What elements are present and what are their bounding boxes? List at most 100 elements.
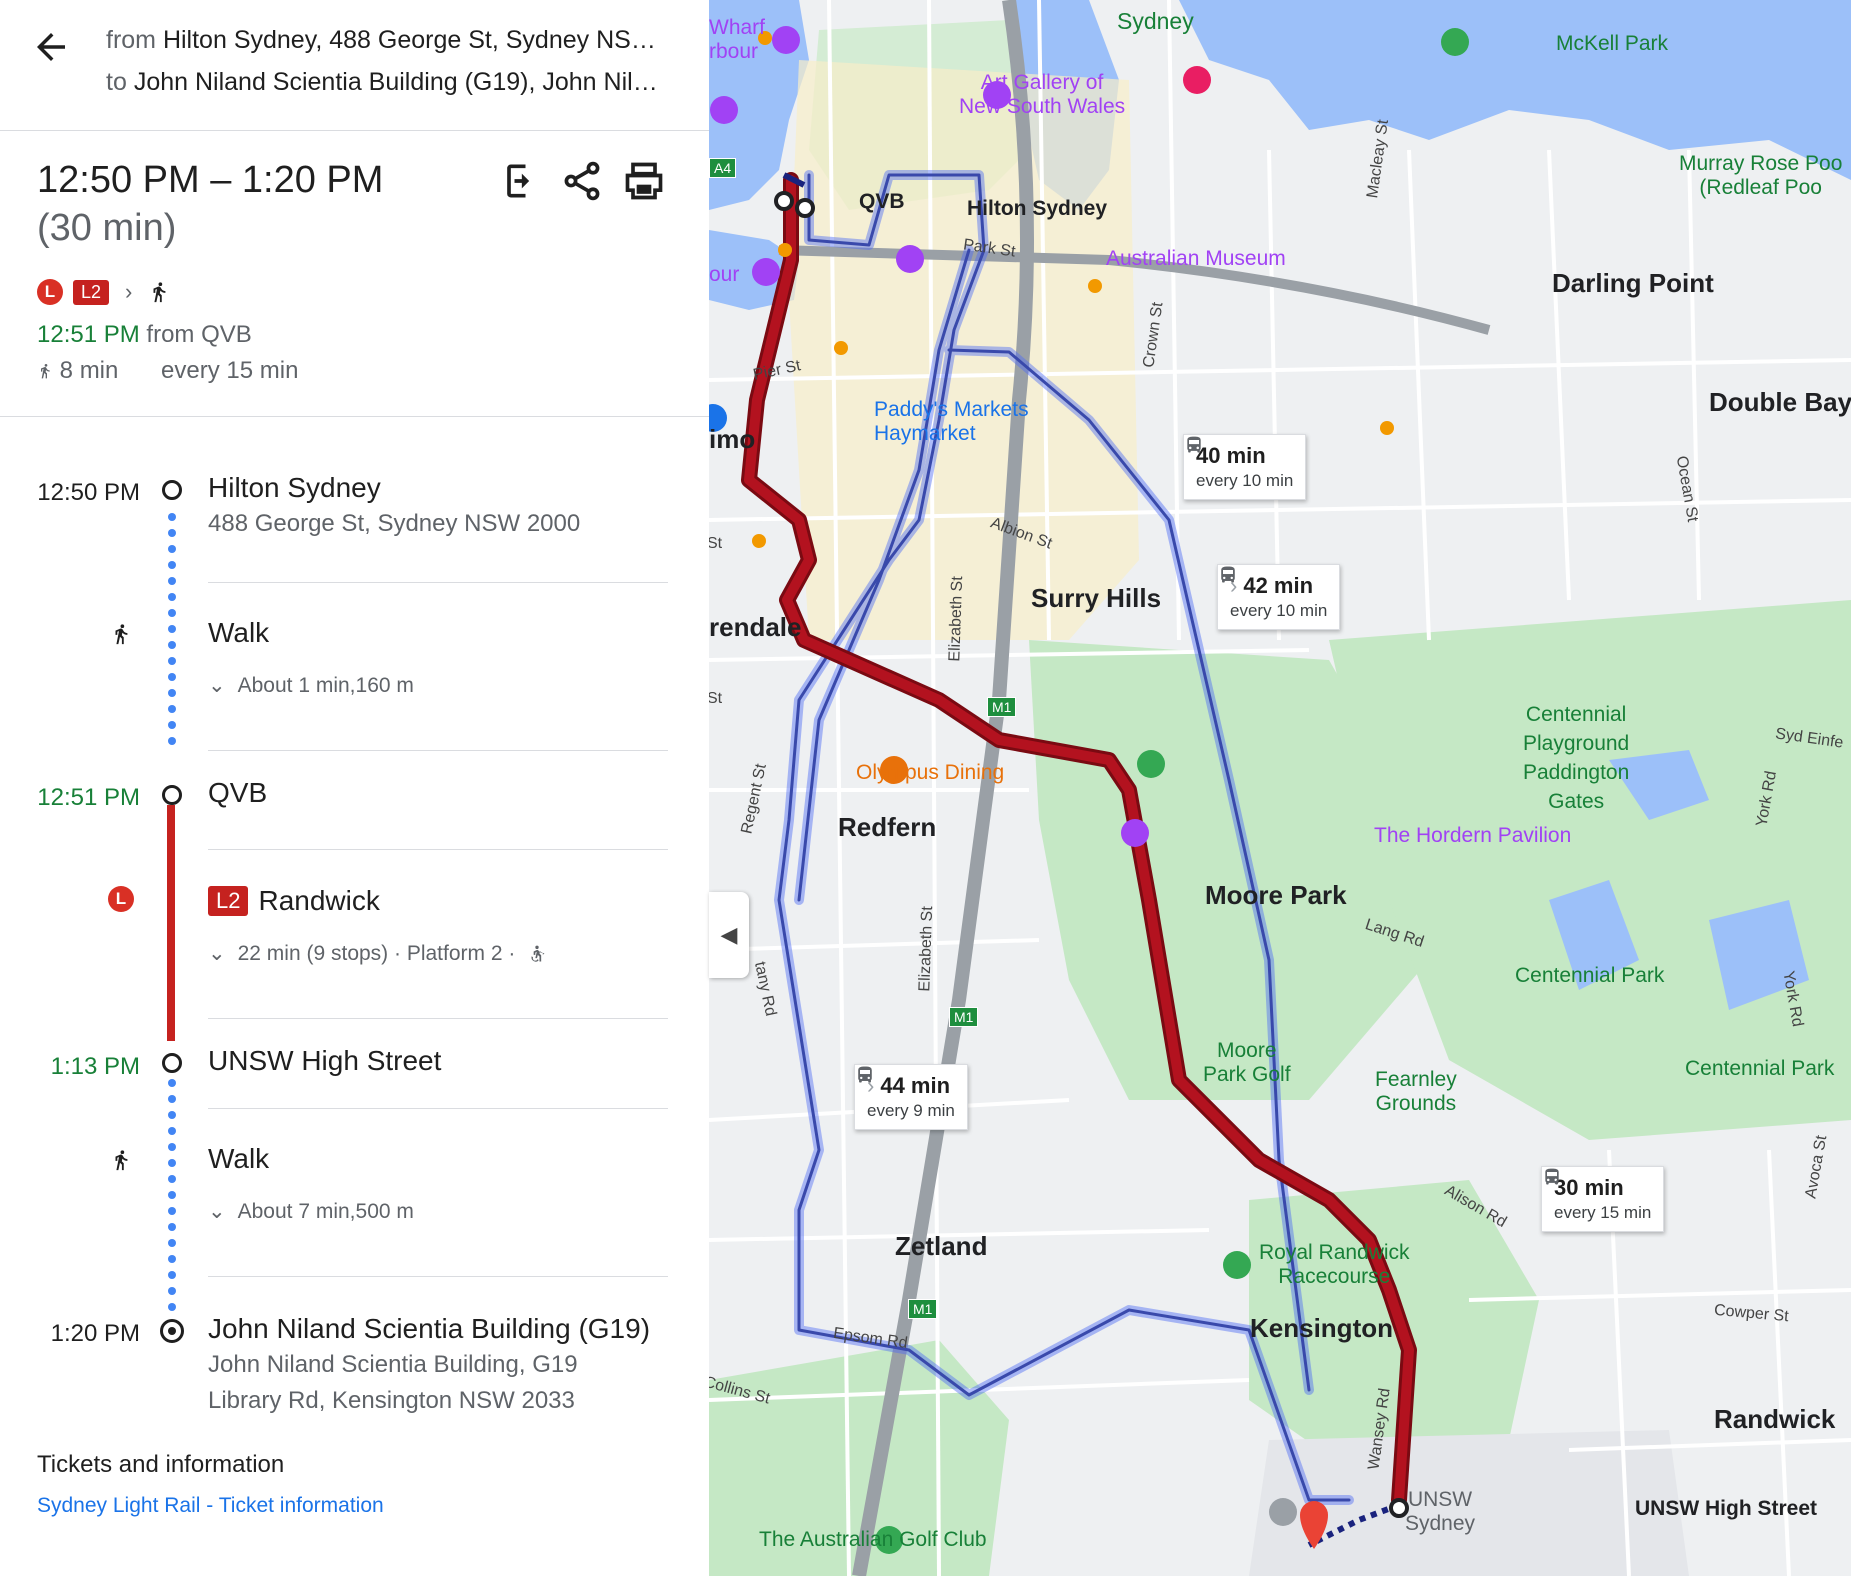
poi-centennial-park[interactable]: Centennial Park [1515, 964, 1664, 988]
line-info[interactable]: L2 Randwick [208, 885, 380, 917]
from-field[interactable]: from Hilton Sydney, 488 George St, Sydne… [106, 26, 666, 55]
area-label-pyrmont: imo [709, 424, 756, 454]
end-address-1: John Niland Scientia Building, G19 [208, 1351, 578, 1378]
poi-fearnley-grounds[interactable]: Fearnley Grounds [1375, 1068, 1457, 1116]
area-label-darling-point: Darling Point [1552, 268, 1714, 298]
area-label-randwick: Randwick [1714, 1404, 1836, 1434]
qvb-name[interactable]: QVB [208, 777, 267, 809]
road-shield: M1 [987, 697, 1017, 717]
line-badge: L2 [208, 886, 249, 916]
poi-australian-museum[interactable]: Australian Museum [1106, 247, 1286, 271]
from-text: Hilton Sydney, 488 George St, Sydney NSW… [162, 26, 666, 54]
poi-golf-club[interactable]: The Australian Golf Club [759, 1528, 987, 1552]
street-label: St [709, 535, 723, 552]
walk-1-expand[interactable]: ⌄ About 1 min,160 m [208, 673, 414, 698]
unsw-stop-marker [162, 1053, 182, 1073]
area-label-zetland: Zetland [895, 1231, 988, 1261]
poi-hordern-pavilion[interactable]: The Hordern Pavilion [1374, 824, 1571, 848]
trip-duration: (30 min) [37, 207, 177, 249]
poi-centennial-gates[interactable]: Centennial Playground Paddington Gates [1523, 700, 1629, 816]
street-label: St [709, 690, 723, 707]
chevron-right-icon: › [125, 279, 133, 304]
walk-icon [41, 364, 50, 379]
unsw-time: 1:13 PM [50, 1053, 140, 1080]
chevron-down-icon: ⌄ [208, 942, 226, 965]
route-icons: L L2 › [37, 277, 170, 307]
walk-2-label: Walk [208, 1143, 270, 1174]
bus-icon [1545, 1168, 1559, 1185]
map-view[interactable]: A4 M1 M1 M1 Sydney Darling Point Double … [709, 0, 1851, 1576]
unsw-name[interactable]: UNSW High Street [208, 1045, 441, 1077]
chevron-down-icon: ⌄ [208, 674, 226, 697]
poi-mckell-park[interactable]: McKell Park [1556, 32, 1668, 56]
start-stop-marker [162, 480, 182, 500]
poi-our[interactable]: our [709, 263, 739, 287]
sydney-light-rail-link[interactable]: Sydney Light Rail [37, 1494, 200, 1517]
walk-dots-1 [168, 513, 176, 753]
poi-unsw[interactable]: UNSW Sydney [1405, 1488, 1475, 1536]
walk-1-label: Walk [208, 617, 270, 648]
poi-paddys-markets[interactable]: Paddy's Markets Haymarket [874, 398, 1029, 446]
walk-icon [115, 624, 128, 645]
ticket-links: Sydney Light Rail - Ticket information [37, 1494, 384, 1517]
end-time: 1:20 PM [50, 1320, 140, 1347]
start-name[interactable]: Hilton Sydney [208, 472, 381, 504]
qvb-marker [774, 191, 794, 211]
area-label-sydney: Sydney [1117, 8, 1194, 34]
walk-dots-2 [168, 1079, 176, 1319]
qvb-stop-marker [162, 785, 182, 805]
wheelchair-icon [531, 945, 545, 962]
poi-art-gallery[interactable]: Art Gallery of New South Wales [959, 71, 1125, 119]
stop-label-hilton[interactable]: Hilton Sydney [967, 197, 1107, 221]
poi-wharf[interactable]: Wharf rbour [709, 16, 765, 64]
start-address: 488 George St, Sydney NSW 2000 [208, 510, 581, 537]
line-expand[interactable]: ⌄ 22 min (9 stops) · Platform 2 · [208, 941, 547, 966]
send-to-phone-icon[interactable] [498, 159, 542, 203]
trip-summary: 12:50 PM – 1:20 PM (30 min) L L2 › 12:51… [0, 131, 709, 417]
poi-centennial-park-2[interactable]: Centennial Park [1685, 1057, 1834, 1081]
road-shield: A4 [709, 158, 737, 178]
poi-olympus-dining[interactable]: Olympus Dining [856, 761, 1004, 785]
area-label-redfern: Redfern [838, 812, 937, 842]
walk-icon [115, 1150, 128, 1171]
stop-label-qvb[interactable]: QVB [859, 190, 905, 214]
line-destination: Randwick [258, 885, 380, 916]
back-arrow-icon[interactable] [30, 26, 72, 68]
destination-marker [160, 1319, 184, 1343]
chevron-left-icon: ◀ [720, 922, 738, 947]
route-callout-3[interactable]: › 44 min every 9 min [854, 1064, 968, 1130]
bus-icon [1187, 436, 1201, 453]
route-callout-1[interactable]: 40 min every 10 min [1183, 434, 1307, 500]
walk-2-expand[interactable]: ⌄ About 7 min,500 m [208, 1199, 414, 1224]
start-time: 12:50 PM [37, 479, 140, 506]
rail-line-segment [167, 805, 175, 1041]
end-address-2: Library Rd, Kensington NSW 2033 [208, 1387, 575, 1414]
poi-royal-randwick[interactable]: Royal Randwick Racecourse [1259, 1241, 1410, 1289]
area-label-glebe: rendale [709, 612, 802, 642]
end-name[interactable]: John Niland Scientia Building (G19) [208, 1313, 650, 1345]
collapse-panel-button[interactable]: ◀ [709, 892, 749, 978]
poi-murray-rose[interactable]: Murray Rose Poo (Redleaf Poo [1679, 152, 1842, 200]
line-badge: L2 [73, 279, 110, 305]
print-icon[interactable] [622, 159, 666, 203]
time-range: 12:50 PM – 1:20 PM [37, 159, 384, 201]
ticket-information-link[interactable]: Ticket information [219, 1494, 384, 1517]
to-field[interactable]: to John Niland Scientia Building (G19), … [106, 68, 666, 97]
light-rail-icon: L [37, 279, 63, 305]
share-icon[interactable] [560, 159, 604, 203]
area-label-surry-hills: Surry Hills [1031, 583, 1162, 613]
area-label-double-bay: Double Bay [1709, 387, 1851, 417]
hilton-marker [795, 198, 815, 218]
route-header: from Hilton Sydney, 488 George St, Sydne… [0, 0, 709, 131]
stop-label-unsw-high[interactable]: UNSW High Street [1635, 1497, 1817, 1521]
bus-icon [1221, 566, 1235, 583]
road-shield: M1 [908, 1299, 938, 1319]
poi-moore-park-golf[interactable]: Moore Park Golf [1203, 1039, 1291, 1087]
directions-panel: from Hilton Sydney, 488 George St, Sydne… [0, 0, 709, 1576]
qvb-time: 12:51 PM [37, 784, 140, 811]
route-callout-2[interactable]: › 42 min every 10 min [1217, 564, 1341, 630]
road-shield: M1 [949, 1007, 979, 1027]
bus-icon [858, 1066, 872, 1083]
route-callout-4[interactable]: 30 min every 15 min [1541, 1166, 1665, 1232]
to-text: John Niland Scientia Building (G19), Joh… [133, 68, 666, 96]
